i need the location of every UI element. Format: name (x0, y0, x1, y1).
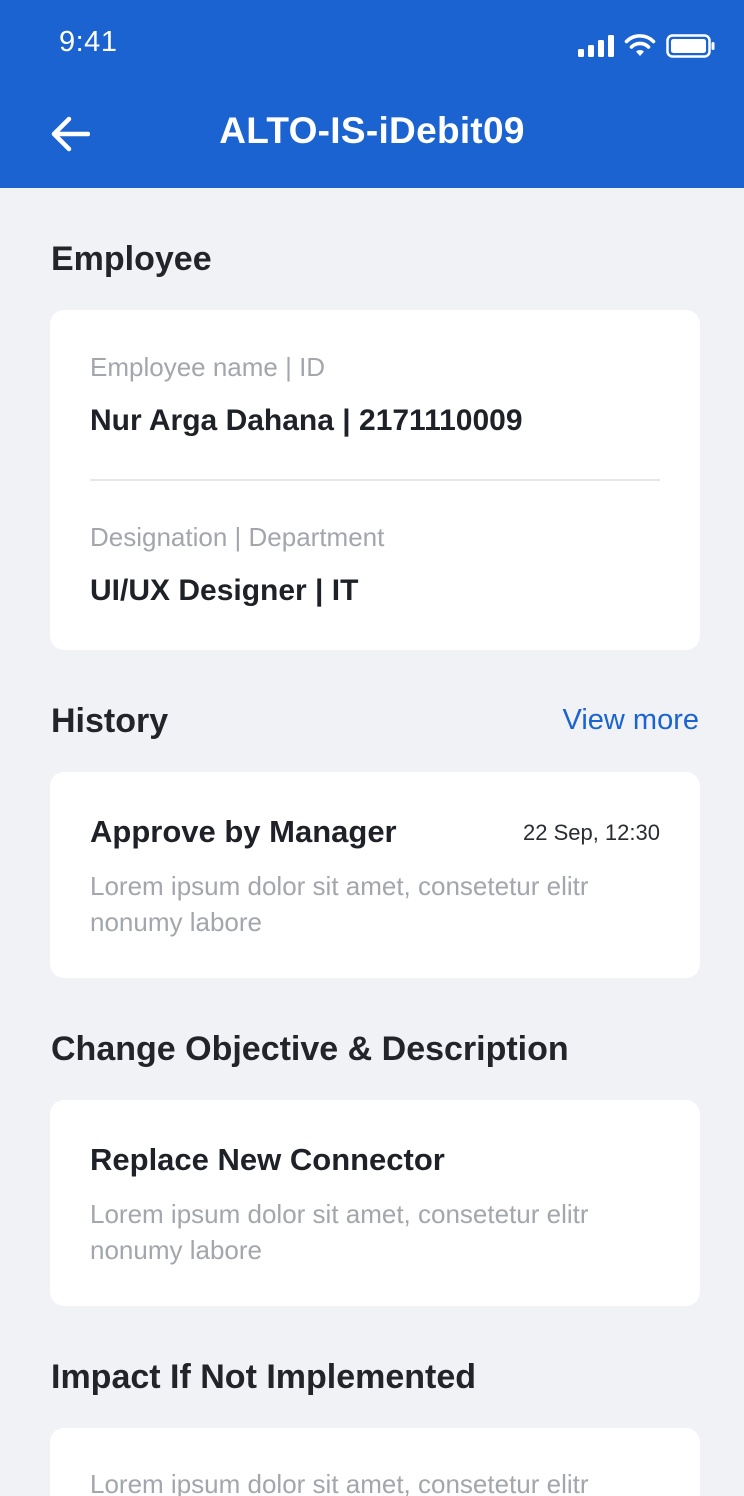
impact-card: Lorem ipsum dolor sit amet, consetetur e… (50, 1428, 700, 1496)
designation-department-value: UI/UX Designer | IT (90, 574, 359, 607)
employee-card: Employee name | ID Nur Arga Dahana | 217… (50, 310, 700, 650)
divider (90, 479, 660, 481)
change-objective-card: Replace New Connector Lorem ipsum dolor … (50, 1100, 700, 1306)
history-card[interactable]: Approve by Manager 22 Sep, 12:30 Lorem i… (50, 772, 700, 978)
designation-department-label: Designation | Department (90, 522, 385, 552)
employee-name-id-label: Employee name | ID (90, 352, 326, 382)
change-objective-title: Replace New Connector (90, 1142, 445, 1177)
history-section-title: History (51, 702, 169, 740)
history-item-title: Approve by Manager (90, 814, 397, 849)
app-bar: 9:41 ALTO-IS-iDebit09 (0, 0, 744, 188)
impact-section-title: Impact If Not Implemented (51, 1358, 477, 1396)
status-time: 9:41 (59, 26, 118, 58)
employee-section-title: Employee (51, 240, 212, 278)
change-objective-description: Lorem ipsum dolor sit amet, consetetur e… (90, 1199, 589, 1265)
battery-icon (666, 34, 715, 58)
page-title: ALTO-IS-iDebit09 (219, 110, 525, 151)
history-item-time: 22 Sep, 12:30 (522, 820, 660, 845)
signal-icon (578, 35, 614, 57)
status-icons (578, 32, 716, 60)
impact-description: Lorem ipsum dolor sit amet, consetetur e… (90, 1469, 589, 1496)
history-item-description: Lorem ipsum dolor sit amet, consetetur e… (90, 871, 589, 937)
wifi-icon (624, 34, 656, 56)
view-more-link[interactable]: View more (563, 704, 699, 737)
change-objective-section-title: Change Objective & Description (51, 1030, 569, 1068)
employee-name-id-value: Nur Arga Dahana | 2171110009 (90, 404, 523, 437)
